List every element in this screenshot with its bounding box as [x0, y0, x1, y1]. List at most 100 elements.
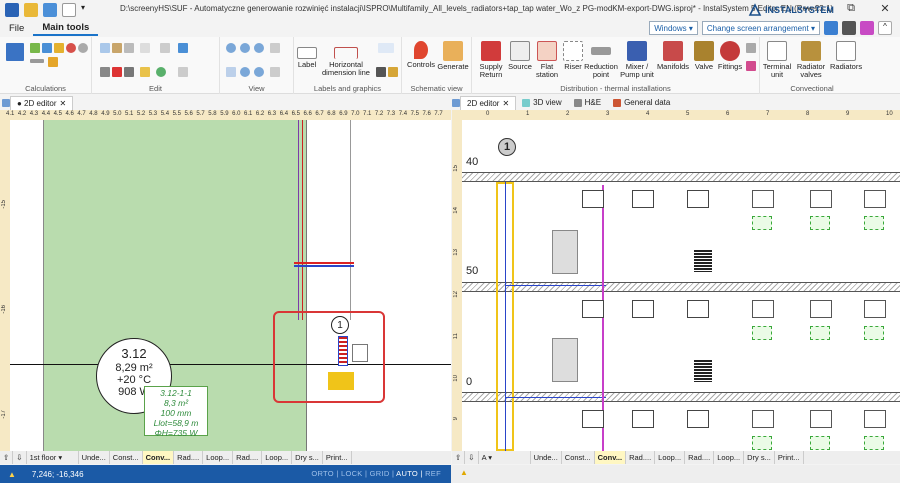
fitting-color-icon[interactable] — [746, 61, 756, 71]
schematic-element-box[interactable] — [864, 190, 886, 208]
schematic-element-box[interactable] — [687, 410, 709, 428]
calc-blue-icon[interactable] — [42, 43, 52, 53]
schematic-green-box[interactable] — [810, 326, 830, 340]
tab-general-data[interactable]: General data — [607, 96, 676, 110]
schematic-element-box[interactable] — [864, 300, 886, 318]
snap-flag[interactable]: GRID | — [370, 469, 397, 478]
close-window-button[interactable]: ✕ — [874, 2, 896, 18]
schematic-element-box[interactable] — [810, 410, 832, 428]
fitting-grid-icon[interactable] — [746, 43, 756, 53]
floor-selector[interactable]: 1st floor ▾ — [27, 451, 79, 464]
supply-return-button[interactable]: Supply Return — [476, 41, 506, 79]
schematic-element-box[interactable] — [632, 410, 654, 428]
valve-button[interactable]: Valve — [692, 41, 716, 71]
schematic-element-box[interactable] — [810, 190, 832, 208]
view-tab[interactable]: Conv... — [142, 451, 175, 464]
nav-first-icon[interactable]: ⇧ — [0, 451, 14, 464]
schematic-element-box[interactable] — [632, 300, 654, 318]
properties-icon[interactable] — [124, 67, 134, 77]
schematic-element-box[interactable] — [582, 190, 604, 208]
warning-icon[interactable]: ▲ — [8, 470, 16, 479]
restore-button[interactable]: ⧉ — [840, 2, 862, 18]
manifolds-button[interactable]: Manifolds — [656, 41, 690, 71]
view-tab[interactable]: Rad.... — [685, 451, 715, 464]
horizontal-dimension-button[interactable]: Horizontal dimension line — [318, 41, 374, 77]
calc-main-icon[interactable] — [6, 43, 24, 61]
calc-yellow-icon[interactable] — [54, 43, 64, 53]
tab-2d-editor-right[interactable]: 2D editor ✕ — [460, 96, 517, 110]
schematic-element-box[interactable] — [752, 300, 774, 318]
select-icon[interactable] — [140, 43, 150, 53]
flat-station-button[interactable]: Flat station — [534, 41, 560, 79]
collapse-ribbon-icon[interactable]: ^ — [878, 21, 892, 35]
paste-icon[interactable] — [112, 43, 122, 53]
snap-flag[interactable]: AUTO | — [396, 469, 425, 478]
tab-2d-editor-left[interactable]: ● 2D editor ✕ — [10, 96, 74, 111]
windows-dropdown[interactable]: Windows ▾ — [649, 21, 698, 35]
controls-button[interactable]: Controls — [406, 41, 436, 69]
move-icon[interactable] — [160, 43, 170, 53]
left-2d-canvas[interactable]: 4.1 4.2 4.3 4.4 4.5 4.6 4.7 4.8 4.9 5.0 5.1 5.2 5.3 5… — [0, 110, 451, 451]
fittings-button[interactable]: Fittings — [716, 41, 744, 71]
schematic-element-box[interactable] — [687, 190, 709, 208]
text-style-icon[interactable] — [378, 43, 394, 53]
flat-station-box-2[interactable] — [552, 338, 578, 382]
view-tab[interactable]: Unde... — [531, 451, 562, 464]
view-tab[interactable]: Loop... — [714, 451, 745, 464]
schematic-green-box[interactable] — [864, 436, 884, 450]
tab-close-icon[interactable]: ✕ — [60, 97, 67, 111]
schematic-green-box[interactable] — [810, 436, 830, 450]
zoom-in-icon[interactable] — [226, 43, 236, 53]
calc-red-drop-icon[interactable] — [66, 43, 76, 53]
screen-arrangement-dropdown[interactable]: Change screen arrangement ▾ — [701, 21, 820, 35]
pin-icon[interactable] — [2, 99, 10, 107]
view-tab[interactable]: Conv... — [594, 451, 627, 464]
right-2d-canvas[interactable]: 0 1 2 3 4 5 6 7 8 9 10 15 14 13 12 11 10 9 1 40 50 0 — [452, 110, 900, 451]
schematic-green-box[interactable] — [864, 326, 884, 340]
nav-first-icon[interactable]: ⇧ — [452, 451, 466, 464]
tab-he[interactable]: H&E — [568, 96, 607, 110]
schematic-element-box[interactable] — [582, 300, 604, 318]
view-tab[interactable]: Dry s... — [744, 451, 775, 464]
view-tab[interactable]: Unde... — [79, 451, 110, 464]
snap-flag[interactable]: ORTO | — [311, 469, 341, 478]
view-tab[interactable]: Const... — [110, 451, 143, 464]
calc-gray-drop-icon[interactable] — [78, 43, 88, 53]
edit-blue-icon[interactable] — [178, 43, 188, 53]
clone-icon[interactable] — [124, 43, 134, 53]
radiator-black-2[interactable] — [694, 360, 712, 382]
snap-flag[interactable]: LOCK | — [341, 469, 370, 478]
line-icon[interactable] — [376, 67, 386, 77]
zoom-all-icon[interactable] — [240, 67, 250, 77]
valve-box[interactable] — [352, 344, 368, 362]
schematic-green-box[interactable] — [752, 216, 772, 230]
warning-icon-right[interactable]: ▲ — [460, 468, 468, 477]
save-icon[interactable] — [5, 3, 19, 17]
calc-green-icon[interactable] — [30, 43, 40, 53]
database-icon[interactable] — [842, 21, 856, 35]
view-tab[interactable]: Loop... — [655, 451, 686, 464]
cut-icon[interactable] — [100, 67, 110, 77]
schematic-element-box[interactable] — [810, 300, 832, 318]
schematic-green-box[interactable] — [752, 326, 772, 340]
view-tab[interactable]: Print... — [323, 451, 352, 464]
undo-icon[interactable] — [43, 3, 57, 17]
view-tab[interactable]: Rad.... — [233, 451, 263, 464]
terminal-unit-button[interactable]: Terminal unit — [762, 41, 792, 79]
radiator-black-1[interactable] — [694, 250, 712, 272]
snap-flag[interactable]: REF — [425, 469, 441, 478]
level-selector[interactable]: A ▾ — [479, 451, 531, 464]
minimize-button[interactable]: — — [800, 2, 822, 18]
generate-button[interactable]: Generate — [436, 41, 470, 71]
tab-3d-view[interactable]: 3D view — [516, 96, 567, 110]
schematic-element-box[interactable] — [752, 410, 774, 428]
delete-icon[interactable] — [112, 67, 122, 77]
pin-icon[interactable] — [452, 99, 460, 107]
view-tab[interactable]: Print... — [775, 451, 804, 464]
nav-last-icon[interactable]: ⇩ — [13, 451, 27, 464]
quick-access-dropdown-icon[interactable]: ▾ — [81, 3, 89, 17]
zoom-prev-icon[interactable] — [254, 67, 264, 77]
schematic-green-box[interactable] — [864, 216, 884, 230]
open-icon[interactable] — [24, 3, 38, 17]
zoom-out-icon[interactable] — [240, 43, 250, 53]
